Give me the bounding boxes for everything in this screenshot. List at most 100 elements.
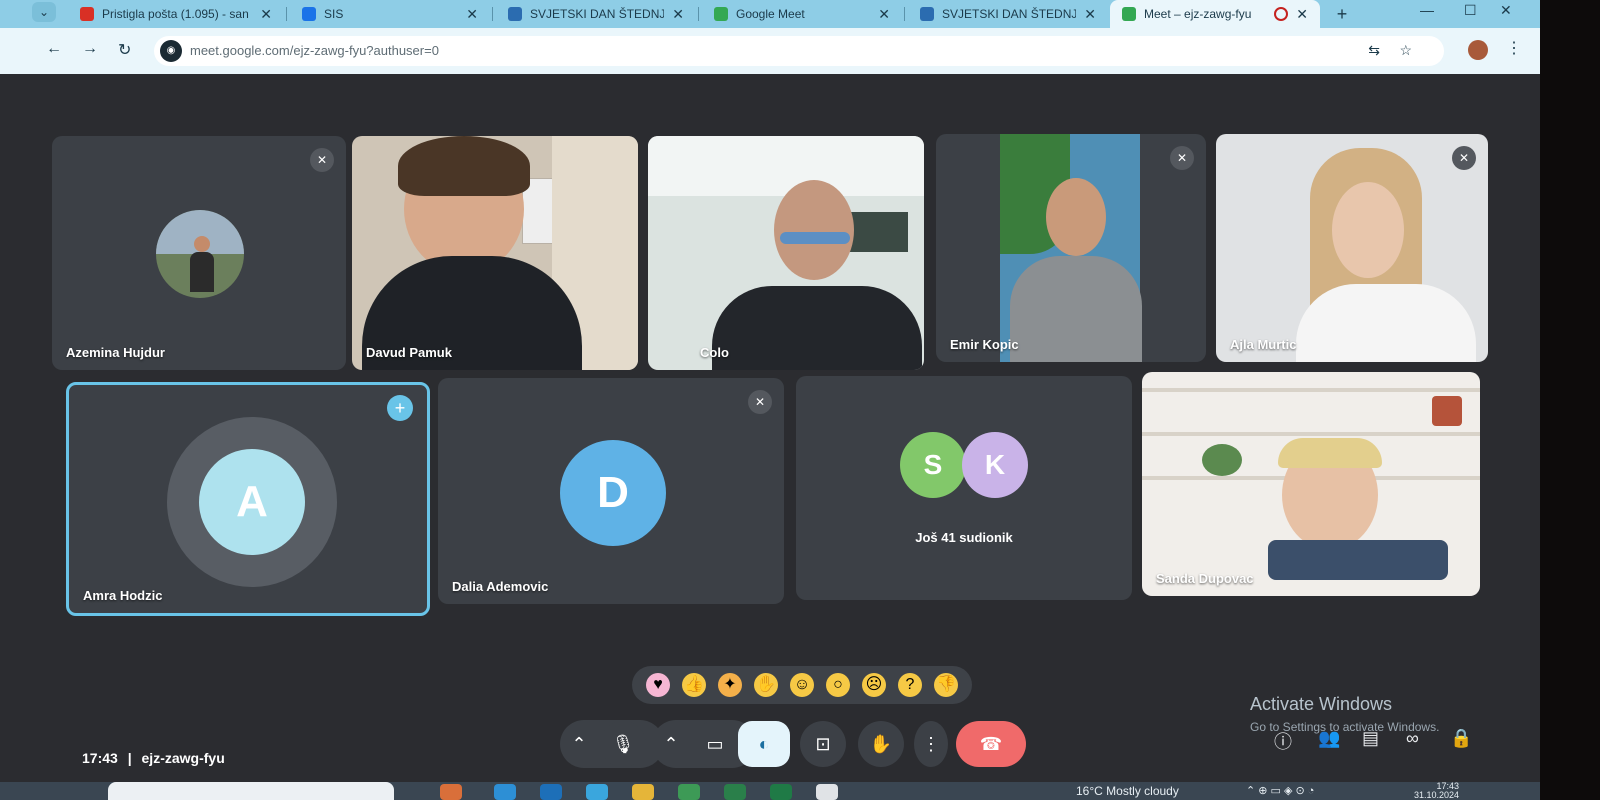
heart-emoji-icon[interactable]: ♥	[646, 673, 670, 697]
participant-tile[interactable]: Davud Pamuk	[352, 136, 638, 370]
close-icon[interactable]: ✕	[672, 6, 684, 23]
taskbar-app-icon[interactable]	[540, 784, 562, 800]
bookmark-star-icon[interactable]: ☆	[1399, 42, 1412, 59]
minimize-icon[interactable]: —	[1420, 2, 1434, 18]
browser-menu-icon[interactable]: ⋮	[1506, 38, 1522, 58]
taskbar-app-icon[interactable]	[724, 784, 746, 800]
raise-hand-button[interactable]: ✋	[858, 721, 904, 767]
gmail-icon	[80, 7, 94, 21]
taskbar-folder-icon[interactable]	[632, 784, 654, 800]
tab-google-meet[interactable]: Google Meet ✕	[702, 0, 902, 28]
add-icon[interactable]: +	[387, 395, 413, 421]
person-shirt	[1010, 256, 1142, 362]
thumbs-down-emoji-icon[interactable]: 👎	[934, 673, 958, 697]
profile-avatar[interactable]	[1468, 40, 1488, 60]
mic-off-icon: ✕	[748, 390, 772, 414]
taskbar-app-icon[interactable]	[770, 784, 792, 800]
taskbar-app-icon[interactable]	[678, 784, 700, 800]
taskbar-clock[interactable]: 17:43 31.10.2024	[1414, 782, 1459, 800]
new-tab-button[interactable]: +	[1330, 2, 1354, 26]
microphone-button[interactable]: 🎙	[600, 721, 646, 767]
activities-icon[interactable]: ∞	[1406, 728, 1419, 749]
participant-name: Ajla Murtic	[1230, 337, 1297, 352]
participant-name: Sanda Dupovac	[1156, 571, 1254, 586]
taskbar-app-icon[interactable]	[586, 784, 608, 800]
reload-icon[interactable]: ↻	[118, 40, 131, 60]
tab-title: Pristigla pošta (1.095) - san	[102, 7, 249, 21]
translate-icon[interactable]: ⇆	[1368, 42, 1380, 59]
captions-button[interactable]: ◐	[738, 721, 790, 767]
close-icon[interactable]: ✕	[1296, 6, 1308, 23]
crying-emoji-icon[interactable]: ☹	[862, 673, 886, 697]
info-icon[interactable]: ⓘ	[1274, 728, 1292, 754]
host-controls-icon[interactable]: 🔒	[1450, 728, 1472, 749]
participant-tile-speaking[interactable]: + A Amra Hodzic	[66, 382, 430, 616]
meet-icon	[714, 7, 728, 21]
meet-window: ⌄ Pristigla pošta (1.095) - san ✕ SIS ✕ …	[0, 0, 1540, 800]
present-screen-button[interactable]: ⊡	[800, 721, 846, 767]
person-shirt	[1296, 284, 1476, 362]
monitor-bezel	[1540, 0, 1600, 800]
participant-name: Dalia Ademovic	[452, 579, 549, 594]
person-hair	[1278, 438, 1382, 468]
tab-sis[interactable]: SIS ✕	[290, 0, 490, 28]
forward-arrow-icon[interactable]: →	[82, 40, 98, 58]
close-icon[interactable]: ✕	[1084, 6, 1096, 23]
chevron-up-icon[interactable]: ⌃	[654, 721, 688, 767]
tab-title: Meet – ejz-zawg-fyu	[1144, 7, 1252, 21]
laughing-emoji-icon[interactable]: ☺	[790, 673, 814, 697]
participant-tile[interactable]: ✕ Emir Kopic	[936, 134, 1206, 362]
close-window-icon[interactable]: ✕	[1500, 2, 1512, 19]
maximize-icon[interactable]: ☐	[1464, 2, 1477, 19]
reactions-bar: ♥ 👍 ✦ ✋ ☺ ○ ☹ ? 👎	[632, 666, 972, 704]
back-arrow-icon[interactable]: ←	[46, 40, 62, 58]
thumbs-up-emoji-icon[interactable]: 👍	[682, 673, 706, 697]
board	[848, 212, 908, 252]
site-info-icon[interactable]: ◉	[160, 40, 182, 62]
browser-toolbar: ← → ↻ ◉ meet.google.com/ejz-zawg-fyu?aut…	[0, 28, 1540, 74]
tab-meet-active[interactable]: Meet – ejz-zawg-fyu ✕	[1110, 0, 1320, 28]
browser-tab-strip: ⌄ Pristigla pošta (1.095) - san ✕ SIS ✕ …	[0, 0, 1540, 28]
participant-tile[interactable]: ✕ Ajla Murtic	[1216, 134, 1488, 362]
tab-gmail[interactable]: Pristigla pošta (1.095) - san ✕	[68, 0, 284, 28]
divider: |	[127, 750, 132, 766]
taskbar-chrome-icon[interactable]	[816, 784, 838, 800]
avatar: S	[900, 432, 966, 498]
shelf	[1142, 432, 1480, 436]
camera-button[interactable]: ▭	[692, 721, 738, 767]
tab-svjetski-dan-2[interactable]: SVJETSKI DAN ŠTEDNJE 31 ✕	[908, 0, 1108, 28]
others-tile[interactable]: S K Još 41 sudionik	[796, 376, 1132, 600]
person-icon	[508, 7, 522, 21]
tab-search-button[interactable]: ⌄	[32, 2, 56, 22]
leave-call-button[interactable]: ☎	[956, 721, 1026, 767]
close-icon[interactable]: ✕	[466, 6, 478, 23]
weather-widget[interactable]: 16°C Mostly cloudy	[1076, 784, 1179, 798]
people-icon[interactable]: 👥	[1318, 728, 1340, 749]
mic-off-icon: ✕	[1452, 146, 1476, 170]
taskbar-search-box[interactable]	[108, 782, 394, 800]
chevron-up-icon[interactable]: ⌃	[562, 721, 596, 767]
tab-divider	[904, 7, 905, 21]
chat-icon[interactable]: ▤	[1362, 728, 1379, 749]
close-icon[interactable]: ✕	[260, 6, 272, 23]
participant-name: Emir Kopic	[950, 337, 1019, 352]
participant-tile[interactable]: Sanda Dupovac	[1142, 372, 1480, 596]
participant-tile[interactable]: ✕ D Dalia Ademovic	[438, 378, 784, 604]
participant-tile[interactable]: ✕ Azemina Hujdur	[52, 136, 346, 370]
phone	[1268, 540, 1448, 580]
participant-tile[interactable]: Colo	[648, 136, 924, 370]
thinking-emoji-icon[interactable]: ?	[898, 673, 922, 697]
close-icon[interactable]: ✕	[878, 6, 890, 23]
taskbar-app-icon[interactable]	[440, 784, 462, 800]
recording-icon	[1274, 7, 1289, 21]
address-bar[interactable]: ◉ meet.google.com/ejz-zawg-fyu?authuser=…	[154, 36, 1444, 66]
tab-divider	[286, 7, 287, 21]
tab-svjetski-dan-1[interactable]: SVJETSKI DAN ŠTEDNJE (2 ✕	[496, 0, 696, 28]
more-options-button[interactable]: ⋮	[914, 721, 948, 767]
taskbar-app-icon[interactable]	[494, 784, 516, 800]
party-popper-emoji-icon[interactable]: ✦	[718, 673, 742, 697]
system-tray[interactable]: ⌃ ⊕ ▭ ◈ ⊙ ◔	[1246, 784, 1314, 797]
meet-icon	[1122, 7, 1136, 21]
surprised-emoji-icon[interactable]: ○	[826, 673, 850, 697]
clapping-emoji-icon[interactable]: ✋	[754, 673, 778, 697]
